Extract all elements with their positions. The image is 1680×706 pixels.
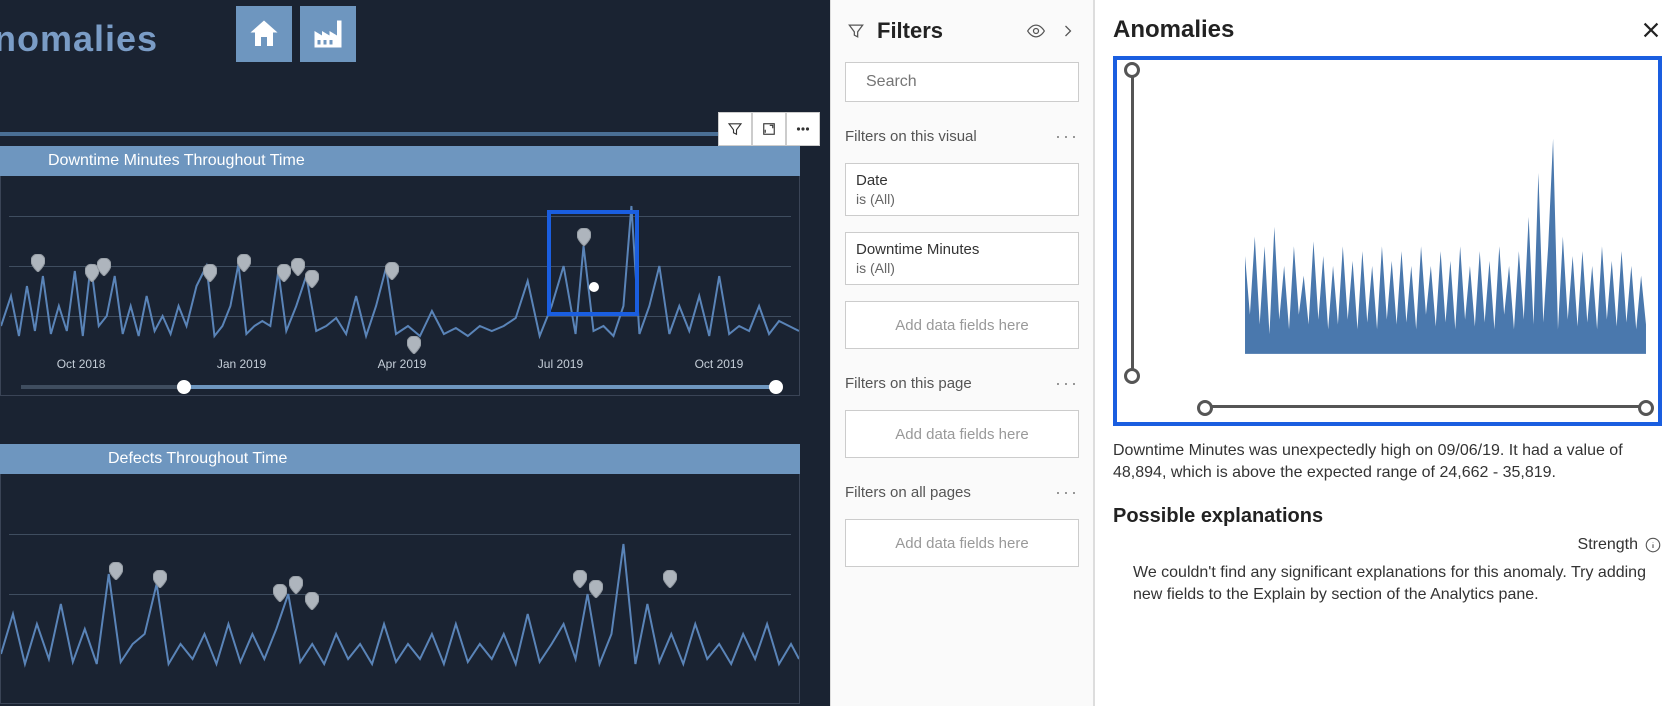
factory-button[interactable] [300,6,356,62]
anomaly-marker-icon[interactable] [305,270,319,288]
collapse-pane-button[interactable] [1057,20,1079,42]
filters-header: Filters [845,18,1079,44]
focus-mode-button[interactable] [752,112,786,146]
info-icon[interactable] [1644,536,1662,554]
explanations-heading: Possible explanations [1113,505,1662,528]
anomaly-marker-icon[interactable] [97,258,111,276]
anomaly-marker-icon[interactable] [589,580,603,598]
close-icon[interactable] [1640,19,1662,41]
divider [0,132,800,136]
anomaly-marker-icon[interactable] [663,570,677,588]
strength-label: Strength [1578,536,1638,554]
anomaly-marker-icon[interactable] [273,584,287,602]
x-handle-right[interactable] [1638,400,1654,416]
section-label: Filters on this page [845,375,972,392]
dropzone-label: Add data fields here [895,535,1028,552]
anomaly-marker-icon[interactable] [407,336,421,354]
chart-body: Oct 2018 Jan 2019 Apr 2019 Jul 2019 Oct … [0,176,800,396]
visual-filter-button[interactable] [718,112,752,146]
x-tick: Jul 2019 [538,357,583,371]
section-more-button[interactable]: ··· [1055,482,1079,503]
anomaly-marker-icon[interactable] [573,570,587,588]
defects-chart-panel[interactable]: Defects Throughout Time [0,444,800,704]
visibility-icon[interactable] [1025,20,1047,42]
dropzone-visual[interactable]: Add data fields here [845,301,1079,349]
dropzone-page[interactable]: Add data fields here [845,410,1079,458]
dropzone-all[interactable]: Add data fields here [845,519,1079,567]
search-input[interactable] [866,73,1073,91]
anomaly-marker-icon[interactable] [237,254,251,272]
filter-search[interactable] [845,62,1079,102]
downtime-chart-panel[interactable]: Downtime Minutes Throughout Time Oct [0,146,800,396]
dropzone-label: Add data fields here [895,317,1028,334]
x-tick: Oct 2019 [695,357,744,371]
strength-row: Strength [1113,536,1662,554]
anomaly-marker-icon[interactable] [305,592,319,610]
x-handle-left[interactable] [1197,400,1213,416]
x-tick: Jan 2019 [217,357,266,371]
filter-field: Downtime Minutes [856,241,1068,258]
anomaly-chart-highlight [1113,56,1662,426]
filter-card-downtime[interactable]: Downtime Minutes is (All) [845,232,1079,285]
x-axis: Oct 2018 Jan 2019 Apr 2019 Jul 2019 Oct … [1,357,799,371]
more-options-button[interactable] [786,112,820,146]
line-chart [1,176,799,356]
x-range-handle[interactable] [1205,405,1646,408]
filter-field: Date [856,172,1068,189]
section-more-button[interactable]: ··· [1055,373,1079,394]
y-handle-top[interactable] [1124,62,1140,78]
filters-title: Filters [877,18,1015,44]
section-label: Filters on all pages [845,484,971,501]
page-title: nomalies [0,18,158,60]
x-tick: Oct 2018 [57,357,106,371]
y-handle-bottom[interactable] [1124,368,1140,384]
anomaly-marker-icon[interactable] [291,258,305,276]
section-label: Filters on this visual [845,128,977,145]
chart-body [0,474,800,704]
factory-icon [310,16,346,52]
slider-thumb-right[interactable] [769,380,783,394]
slider-fill [181,385,779,389]
anomaly-marker-icon[interactable] [203,264,217,282]
anomaly-summary: Downtime Minutes was unexpectedly high o… [1113,440,1662,485]
anomalies-header: Anomalies [1113,16,1662,44]
anomaly-marker-icon[interactable] [31,254,45,272]
y-range-handle[interactable] [1131,70,1134,376]
filter-card-date[interactable]: Date is (All) [845,163,1079,216]
anomaly-marker-icon[interactable] [153,570,167,588]
nav-buttons [236,6,356,62]
report-canvas: nomalies Downtime Minutes Throughout Tim… [0,0,830,706]
explanation-text: We couldn't find any significant explana… [1113,562,1662,607]
visual-header-toolbar [718,112,820,146]
filters-visual-section: Filters on this visual ··· [845,126,1079,147]
chart-title: Defects Throughout Time [0,444,800,474]
filter-value: is (All) [856,260,1068,276]
filters-all-section: Filters on all pages ··· [845,482,1079,503]
filters-page-section: Filters on this page ··· [845,373,1079,394]
anomaly-overview-chart [1157,80,1646,373]
anomaly-marker-icon[interactable] [277,264,291,282]
filters-pane: Filters Filters on this visual ··· Date … [830,0,1094,706]
home-icon [246,16,282,52]
filter-value: is (All) [856,191,1068,207]
anomaly-marker-icon[interactable] [385,262,399,280]
anomalies-pane: Anomalies Downtime Minutes was unexpecte… [1094,0,1680,706]
anomalies-title: Anomalies [1113,16,1234,44]
filter-icon [845,20,867,42]
anomaly-marker-icon[interactable] [289,576,303,594]
slider-thumb-left[interactable] [177,380,191,394]
anomaly-highlight-box [547,210,639,316]
dropzone-label: Add data fields here [895,426,1028,443]
anomaly-marker-icon[interactable] [109,562,123,580]
x-tick: Apr 2019 [378,357,427,371]
chart-title: Downtime Minutes Throughout Time [0,146,800,176]
range-slider[interactable] [21,385,779,389]
home-button[interactable] [236,6,292,62]
section-more-button[interactable]: ··· [1055,126,1079,147]
